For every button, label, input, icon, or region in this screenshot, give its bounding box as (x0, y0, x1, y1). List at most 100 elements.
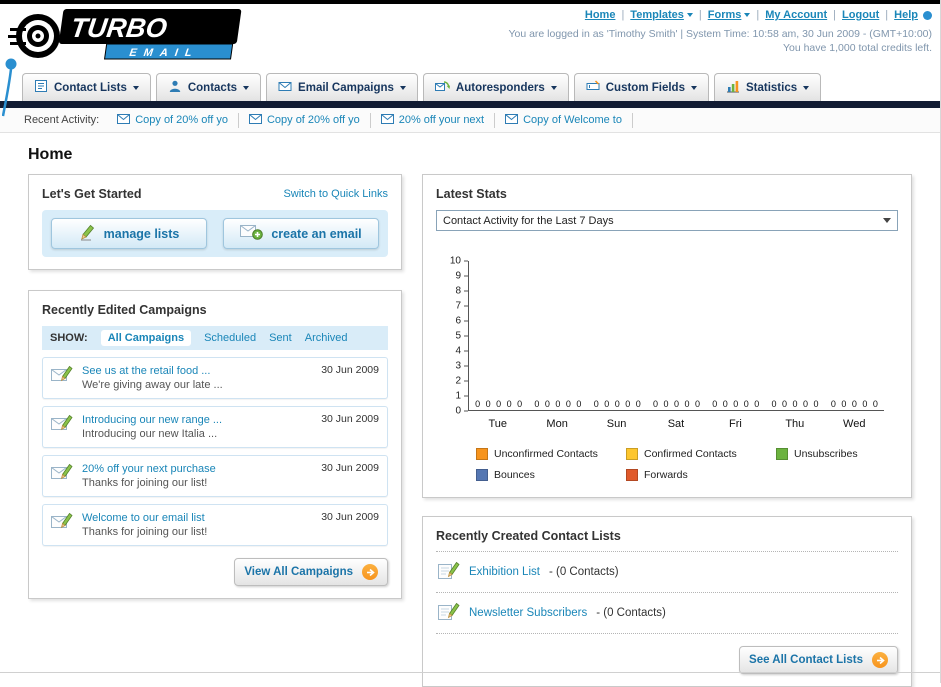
filter-sent[interactable]: Sent (269, 332, 292, 344)
envelope-pencil-icon (51, 364, 73, 388)
paper-pencil-icon (438, 561, 460, 583)
footer-divider (0, 672, 940, 673)
link-templates[interactable]: Templates (630, 9, 693, 21)
tab-contact-lists[interactable]: Contact Lists (22, 73, 151, 101)
legend-label: Unconfirmed Contacts (494, 448, 598, 460)
chart-value-group: 0 0 0 0 0 (534, 399, 582, 409)
chart-value-group: 0 0 0 0 0 (712, 399, 760, 409)
view-all-campaigns-button[interactable]: View All Campaigns (234, 558, 388, 586)
chart-value-group: 0 0 0 0 0 (771, 399, 819, 409)
contact-list-detail: - (0 Contacts) (548, 566, 619, 578)
legend-swatch (626, 448, 638, 460)
envelope-pencil-icon (51, 511, 73, 535)
chart-legend: Unconfirmed Contacts Confirmed Contacts Un… (476, 448, 898, 481)
contact-list-name[interactable]: Newsletter Subscribers (469, 607, 587, 619)
tab-label: Custom Fields (605, 81, 685, 94)
paper-pencil-icon (438, 602, 460, 624)
create-email-button[interactable]: create an email (223, 218, 379, 249)
header-right: Home | Templates | Forms | My Account | … (508, 9, 932, 54)
main-nav: Contact Lists Contacts Email Campaigns A… (0, 68, 940, 108)
help-icon[interactable] (923, 10, 932, 20)
campaign-list-item[interactable]: Introducing our new range ... Introducin… (42, 406, 388, 448)
tab-email-campaigns[interactable]: Email Campaigns (266, 73, 418, 101)
top-nav-links: Home | Templates | Forms | My Account | … (508, 9, 932, 21)
credits-status: You have 1,000 total credits left. (782, 42, 932, 54)
tab-autoresponders[interactable]: Autoresponders (422, 73, 569, 101)
tab-contacts[interactable]: Contacts (155, 73, 262, 101)
recent-activity-item[interactable]: Copy of 20% off yo (107, 112, 239, 128)
legend-item: Bounces (476, 469, 626, 481)
email-campaigns-icon (278, 79, 292, 96)
get-started-panel: Let's Get Started Switch to Quick Links … (28, 174, 402, 270)
logo-subtitle-text: EMAIL (129, 47, 200, 59)
link-forms[interactable]: Forms (708, 9, 751, 21)
recently-edited-campaigns-panel: Recently Edited Campaigns SHOW: All Camp… (28, 290, 402, 599)
legend-label: Forwards (644, 469, 688, 481)
chart-value-group: 0 0 0 0 0 (475, 399, 523, 409)
chart-y-tick: 10 (450, 256, 468, 267)
chevron-down-icon (744, 13, 751, 17)
recent-activity-item[interactable]: Copy of 20% off yo (239, 112, 371, 128)
envelope-icon (505, 113, 519, 127)
pencil-icon (79, 224, 96, 244)
tab-statistics[interactable]: Statistics (713, 73, 822, 101)
envelope-pencil-icon (51, 462, 73, 486)
chart-y-tick: 8 (455, 286, 468, 297)
create-email-label: create an email (271, 226, 362, 241)
campaign-list-item[interactable]: Welcome to our email list Thanks for joi… (42, 504, 388, 546)
stats-period-select[interactable]: Contact Activity for the Last 7 Days (436, 210, 898, 231)
chevron-down-icon (690, 85, 697, 90)
tab-custom-fields[interactable]: Custom Fields (573, 73, 709, 101)
contact-list-name[interactable]: Exhibition List (469, 566, 540, 578)
manage-lists-button[interactable]: manage lists (51, 218, 207, 249)
campaign-list-item[interactable]: 20% off your next purchase Thanks for jo… (42, 455, 388, 497)
recent-activity-item[interactable]: Copy of Welcome to (495, 112, 633, 128)
campaign-subtitle: Thanks for joining our list! (82, 477, 208, 489)
chart-y-tick: 7 (455, 301, 468, 312)
chart-y-tick: 9 (455, 271, 468, 282)
campaign-list-item[interactable]: See us at the retail food ... We're givi… (42, 357, 388, 399)
filter-archived[interactable]: Archived (305, 332, 348, 344)
link-separator: | (621, 9, 625, 21)
link-help[interactable]: Help (894, 9, 918, 21)
activity-item-label: Copy of 20% off yo (266, 114, 360, 126)
campaign-date: 30 Jun 2009 (321, 511, 379, 523)
envelope-plus-icon (240, 224, 264, 243)
legend-swatch (626, 469, 638, 481)
chart-category-label: Thu (785, 418, 805, 430)
chevron-down-icon (550, 85, 557, 90)
get-started-strip: manage lists create an email (42, 210, 388, 257)
see-all-contact-lists-label: See All Contact Lists (749, 654, 863, 666)
contact-lists-icon (34, 79, 48, 96)
see-all-contact-lists-button[interactable]: See All Contact Lists (739, 646, 898, 674)
campaigns-panel-title: Recently Edited Campaigns (42, 303, 207, 317)
link-my-account[interactable]: My Account (765, 9, 827, 21)
link-label: Templates (630, 9, 684, 21)
link-logout[interactable]: Logout (842, 9, 879, 21)
chart-category-label: Mon (546, 418, 568, 430)
contact-list-item[interactable]: Newsletter Subscribers - (0 Contacts) (436, 593, 898, 634)
filter-all-campaigns[interactable]: All Campaigns (100, 330, 192, 346)
chart-category-label: Sat (667, 418, 685, 430)
contact-list-item[interactable]: Exhibition List - (0 Contacts) (436, 552, 898, 593)
campaign-subtitle: Thanks for joining our list! (82, 526, 208, 538)
contact-activity-chart: 0 1 2 3 4 5 6 7 8 9 10 0 0 0 0 00 0 0 0 00 0 0 0 0… (436, 256, 898, 430)
chart-value-group: 0 0 0 0 0 (652, 399, 700, 409)
chart-groups: 0 0 0 0 0 0 0 0 0 0 0 0 0 0 0 0 0 0 0 0 0 0 … (469, 399, 884, 409)
link-home[interactable]: Home (585, 9, 616, 21)
chart-value-group: 0 0 0 0 0 (830, 399, 878, 409)
activity-item-label: Copy of 20% off yo (135, 114, 228, 126)
page-title: Home (28, 146, 73, 163)
campaign-subtitle: We're giving away our late ... (82, 379, 223, 391)
campaign-title: See us at the retail food ... (82, 365, 211, 377)
filter-scheduled[interactable]: Scheduled (204, 332, 256, 344)
recent-activity-item[interactable]: 20% off your next (371, 112, 496, 128)
envelope-pencil-icon (51, 413, 73, 437)
switch-quick-links-link[interactable]: Switch to Quick Links (283, 188, 388, 200)
legend-item: Forwards (626, 469, 776, 481)
legend-swatch (476, 448, 488, 460)
login-status: You are logged in as 'Timothy Smith' | S… (508, 28, 932, 40)
campaign-date: 30 Jun 2009 (321, 413, 379, 425)
turbo-email-logo: TURBO EMAIL (8, 6, 258, 69)
chart-y-tick: 2 (455, 376, 468, 387)
